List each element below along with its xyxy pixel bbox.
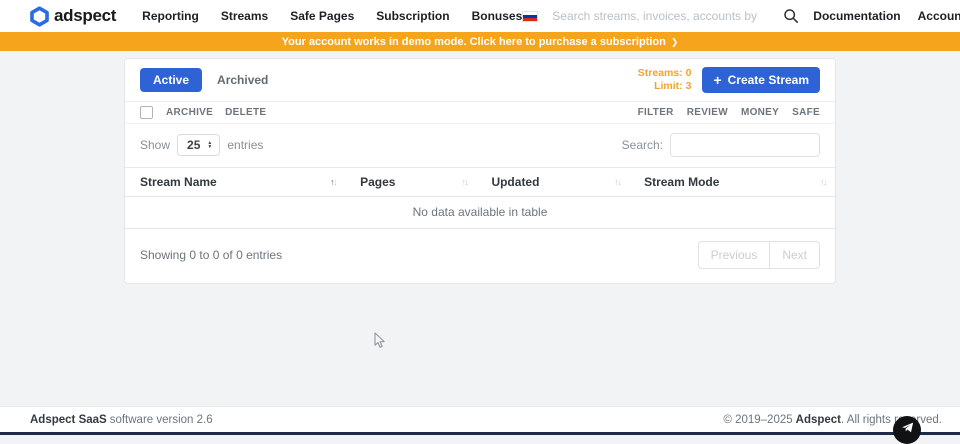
adspect-hexagon-icon (30, 6, 49, 27)
header-right-cluster: Documentation Account Sign Out (522, 8, 960, 24)
nav-item-reporting[interactable]: Reporting (142, 9, 199, 23)
create-stream-button[interactable]: + Create Stream (702, 67, 820, 93)
russian-flag-icon[interactable] (522, 11, 538, 22)
sort-icon: ↑↓ (820, 177, 826, 187)
plus-icon: + (713, 73, 721, 87)
footer-version: Adspect SaaSsoftware version 2.6 (30, 414, 213, 426)
logo-text: adspect (54, 6, 116, 26)
table-search-control: Search: (622, 133, 820, 157)
empty-table-message: No data available in table (125, 197, 835, 229)
link-documentation[interactable]: Documentation (813, 9, 900, 23)
telegram-button[interactable] (893, 416, 921, 444)
empty-table-row: No data available in table (125, 197, 835, 229)
nav-item-bonuses[interactable]: Bonuses (472, 9, 523, 23)
column-header-stream-mode[interactable]: Stream Mode ↑↓ (629, 168, 835, 197)
streams-toolbar: Active Archived Streams: 0 Limit: 3 + Cr… (125, 59, 835, 102)
stream-limits: Streams: 0 Limit: 3 (638, 67, 692, 93)
global-search-input[interactable] (552, 9, 757, 23)
streams-card: Active Archived Streams: 0 Limit: 3 + Cr… (124, 58, 836, 284)
bulk-archive-button[interactable]: ARCHIVE (166, 107, 213, 118)
sort-icon: ↑↓ (330, 177, 336, 187)
table-controls: Show 25 ▲▼ entries Search: (125, 124, 835, 167)
adspect-logo[interactable]: adspect (30, 6, 116, 27)
page-size-control: Show 25 ▲▼ entries (140, 134, 263, 156)
column-header-updated[interactable]: Updated ↑↓ (476, 168, 629, 197)
previous-page-button[interactable]: Previous (698, 241, 771, 269)
toggle-review[interactable]: REVIEW (687, 107, 728, 118)
streams-table: Stream Name ↑↓ Pages ↑↓ Updated ↑↓ (125, 167, 835, 229)
telegram-plane-icon (900, 420, 915, 440)
top-header: adspect Reporting Streams Safe Pages Sub… (0, 0, 960, 32)
show-label: Show (140, 138, 170, 152)
toolbar-right: Streams: 0 Limit: 3 + Create Stream (638, 67, 820, 93)
chevron-right-icon: ❯ (671, 37, 679, 48)
column-header-pages[interactable]: Pages ↑↓ (345, 168, 476, 197)
nav-item-streams[interactable]: Streams (221, 9, 268, 23)
page-size-value: 25 (187, 138, 200, 152)
showing-entries-info: Showing 0 to 0 of 0 entries (140, 248, 282, 262)
create-stream-label: Create Stream (728, 73, 809, 87)
tab-archived[interactable]: Archived (217, 73, 268, 87)
select-arrows-icon: ▲▼ (207, 141, 212, 149)
mouse-cursor (374, 332, 386, 354)
sort-icon: ↑↓ (614, 177, 620, 187)
streams-limit: Limit: 3 (638, 80, 692, 93)
sort-icon: ↑↓ (461, 177, 467, 187)
entries-label: entries (227, 138, 263, 152)
header-links: Documentation Account Sign Out (813, 9, 960, 23)
demo-banner-text: Your account works in demo mode. Click h… (282, 36, 666, 48)
toggle-money[interactable]: MONEY (741, 107, 779, 118)
pagination: Previous Next (698, 241, 820, 269)
table-search-label: Search: (622, 138, 663, 152)
table-header-row: Stream Name ↑↓ Pages ↑↓ Updated ↑↓ (125, 168, 835, 197)
bulk-delete-button[interactable]: DELETE (225, 107, 266, 118)
tab-active[interactable]: Active (140, 68, 202, 92)
table-footer: Showing 0 to 0 of 0 entries Previous Nex… (125, 229, 835, 283)
toggle-filter[interactable]: FILTER (638, 107, 674, 118)
nav-item-safe-pages[interactable]: Safe Pages (290, 9, 354, 23)
page-size-select[interactable]: 25 ▲▼ (177, 134, 220, 156)
streams-count: Streams: 0 (638, 67, 692, 80)
demo-mode-banner[interactable]: Your account works in demo mode. Click h… (0, 32, 960, 51)
select-all-checkbox[interactable] (140, 106, 153, 119)
bulk-actions-row: ARCHIVE DELETE FILTER REVIEW MONEY SAFE (125, 102, 835, 124)
toggle-safe[interactable]: SAFE (792, 107, 820, 118)
link-account[interactable]: Account (918, 9, 960, 23)
table-search-input[interactable] (670, 133, 820, 157)
next-page-button[interactable]: Next (770, 241, 820, 269)
column-toggles: FILTER REVIEW MONEY SAFE (638, 107, 820, 118)
main-nav: Reporting Streams Safe Pages Subscriptio… (142, 9, 522, 23)
column-header-stream-name[interactable]: Stream Name ↑↓ (125, 168, 345, 197)
main-content: Active Archived Streams: 0 Limit: 3 + Cr… (0, 51, 960, 406)
page-footer: Adspect SaaSsoftware version 2.6 © 2019–… (0, 406, 960, 432)
search-icon[interactable] (783, 8, 799, 24)
nav-item-subscription[interactable]: Subscription (376, 9, 449, 23)
